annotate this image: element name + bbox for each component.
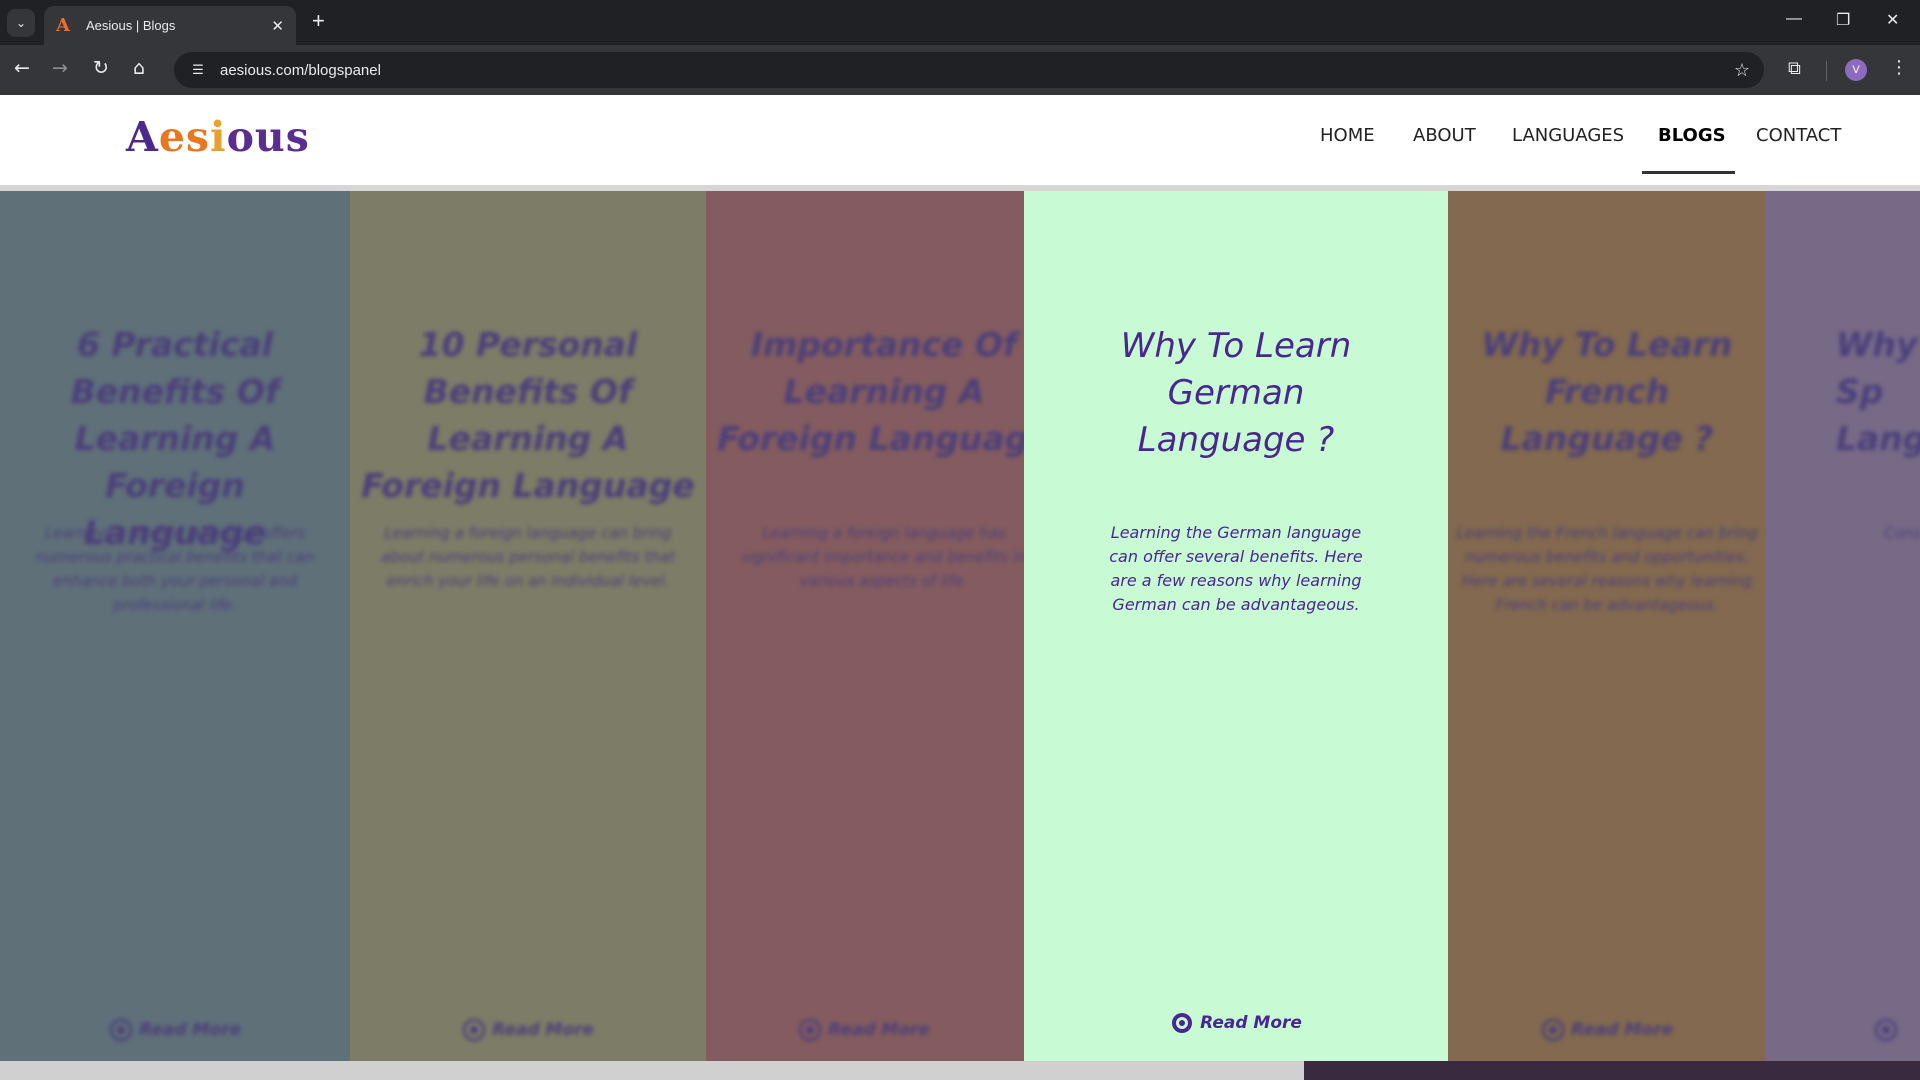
blog-panel-description: Learning the German language can offer s… [1109, 523, 1363, 614]
url-text[interactable]: aesious.com/blogspanel [220, 62, 1734, 79]
site-logo[interactable]: Aesious [126, 113, 310, 161]
eye-icon [1874, 1018, 1898, 1042]
blog-panel[interactable]: Why To Learn French Language ? Learning … [1448, 191, 1766, 1061]
blog-panel[interactable]: Why T Sp Lang Cons [1766, 191, 1920, 1061]
read-more-link[interactable]: Read More [1024, 1011, 1448, 1035]
logo-letter: i [209, 113, 227, 161]
site-favicon-icon: A [56, 15, 70, 36]
blog-panel-description: Cons [1884, 524, 1920, 542]
read-more-link[interactable]: Read More [1448, 1018, 1766, 1042]
blog-panel[interactable]: 10 Personal Benefits Of Learning A Forei… [350, 191, 706, 1061]
browser-tab-bar: ⌄ A Aesious | Blogs ✕ + — ❐ ✕ [0, 0, 1920, 45]
eye-icon [798, 1018, 822, 1042]
new-tab-icon[interactable]: + [312, 8, 325, 34]
nav-blogs[interactable]: BLOGS [1658, 125, 1726, 146]
address-bar[interactable]: ☰ aesious.com/blogspanel ☆ [174, 52, 1764, 88]
restore-icon[interactable]: ❐ [1836, 10, 1850, 30]
site-info-icon[interactable]: ☰ [186, 58, 210, 82]
eye-icon [1172, 1013, 1193, 1033]
blog-panels: 6 Practical Benefits Of Learning A Forei… [0, 191, 1920, 1061]
blog-panel-description: Learning a foreign language has signific… [741, 524, 1024, 590]
blog-panel-title: Why To Learn German Language ? [1120, 326, 1352, 460]
blog-panel-description: Learning a foreign language offers numer… [36, 524, 314, 614]
nav-contact[interactable]: CONTACT [1756, 125, 1841, 146]
extensions-icon[interactable]: ⧉ [1788, 58, 1801, 79]
eye-icon [1541, 1018, 1565, 1042]
blog-panel[interactable]: 6 Practical Benefits Of Learning A Forei… [0, 191, 350, 1061]
read-more-label: Read More [139, 1020, 241, 1040]
blog-panel-title: Why To Learn French Language ? [1481, 325, 1733, 458]
browser-toolbar: ← → ↻ ⌂ ☰ aesious.com/blogspanel ☆ ⧉ V ⋮ [0, 45, 1920, 95]
read-more-label: Read More [492, 1020, 594, 1040]
logo-letter: ous [226, 113, 310, 161]
profile-avatar[interactable]: V [1845, 59, 1867, 81]
window-close-icon[interactable]: ✕ [1886, 10, 1899, 30]
nav-languages[interactable]: LANGUAGES [1512, 125, 1624, 146]
browser-tab[interactable]: A Aesious | Blogs ✕ [44, 6, 296, 45]
blog-panel-title: Importance Of Learning A Foreign Languag… [717, 325, 1024, 458]
toolbar-divider [1826, 61, 1827, 81]
home-icon[interactable]: ⌂ [133, 57, 145, 79]
scrollbar-thumb[interactable] [1304, 1061, 1920, 1080]
blog-panel-description: Learning a foreign language can bring ab… [381, 524, 675, 590]
nav-about[interactable]: ABOUT [1413, 125, 1476, 146]
read-more-label: Read More [828, 1020, 930, 1040]
browser-menu-icon[interactable]: ⋮ [1890, 57, 1908, 78]
read-more-link[interactable]: Read More [0, 1018, 350, 1042]
active-nav-indicator [1642, 171, 1735, 174]
tab-title: Aesious | Blogs [86, 18, 176, 33]
back-icon[interactable]: ← [14, 57, 30, 79]
read-more-link[interactable]: Read More [350, 1018, 706, 1042]
read-more-label: Read More [1571, 1020, 1673, 1040]
read-more-label: Read More [1200, 1013, 1302, 1033]
tab-close-icon[interactable]: ✕ [271, 17, 284, 35]
blog-panel-title: Why T Sp Lang [1836, 325, 1920, 458]
blog-panel[interactable]: Importance Of Learning A Foreign Languag… [706, 191, 1024, 1061]
read-more-link[interactable]: Read More [706, 1018, 1022, 1042]
blog-panel-active[interactable]: Why To Learn German Language ? Learning … [1024, 191, 1448, 1061]
site-header: Aesious HOME ABOUT LANGUAGES BLOGS CONTA… [0, 95, 1920, 185]
reload-icon[interactable]: ↻ [93, 57, 109, 79]
blog-panel-title: 10 Personal Benefits Of Learning A Forei… [361, 325, 695, 505]
bookmark-star-icon[interactable]: ☆ [1734, 60, 1750, 81]
nav-home[interactable]: HOME [1320, 125, 1375, 146]
logo-letter: A [126, 113, 159, 161]
logo-letter: es [158, 113, 210, 161]
blog-panel-description: Learning the French language can bring n… [1456, 524, 1758, 614]
minimize-icon[interactable]: — [1786, 10, 1802, 28]
eye-icon [462, 1018, 486, 1042]
read-more-link[interactable] [1874, 1018, 1904, 1042]
tab-search-icon[interactable]: ⌄ [7, 9, 35, 37]
eye-icon [109, 1018, 133, 1042]
horizontal-scrollbar[interactable] [0, 1061, 1920, 1080]
forward-icon[interactable]: → [52, 57, 68, 79]
